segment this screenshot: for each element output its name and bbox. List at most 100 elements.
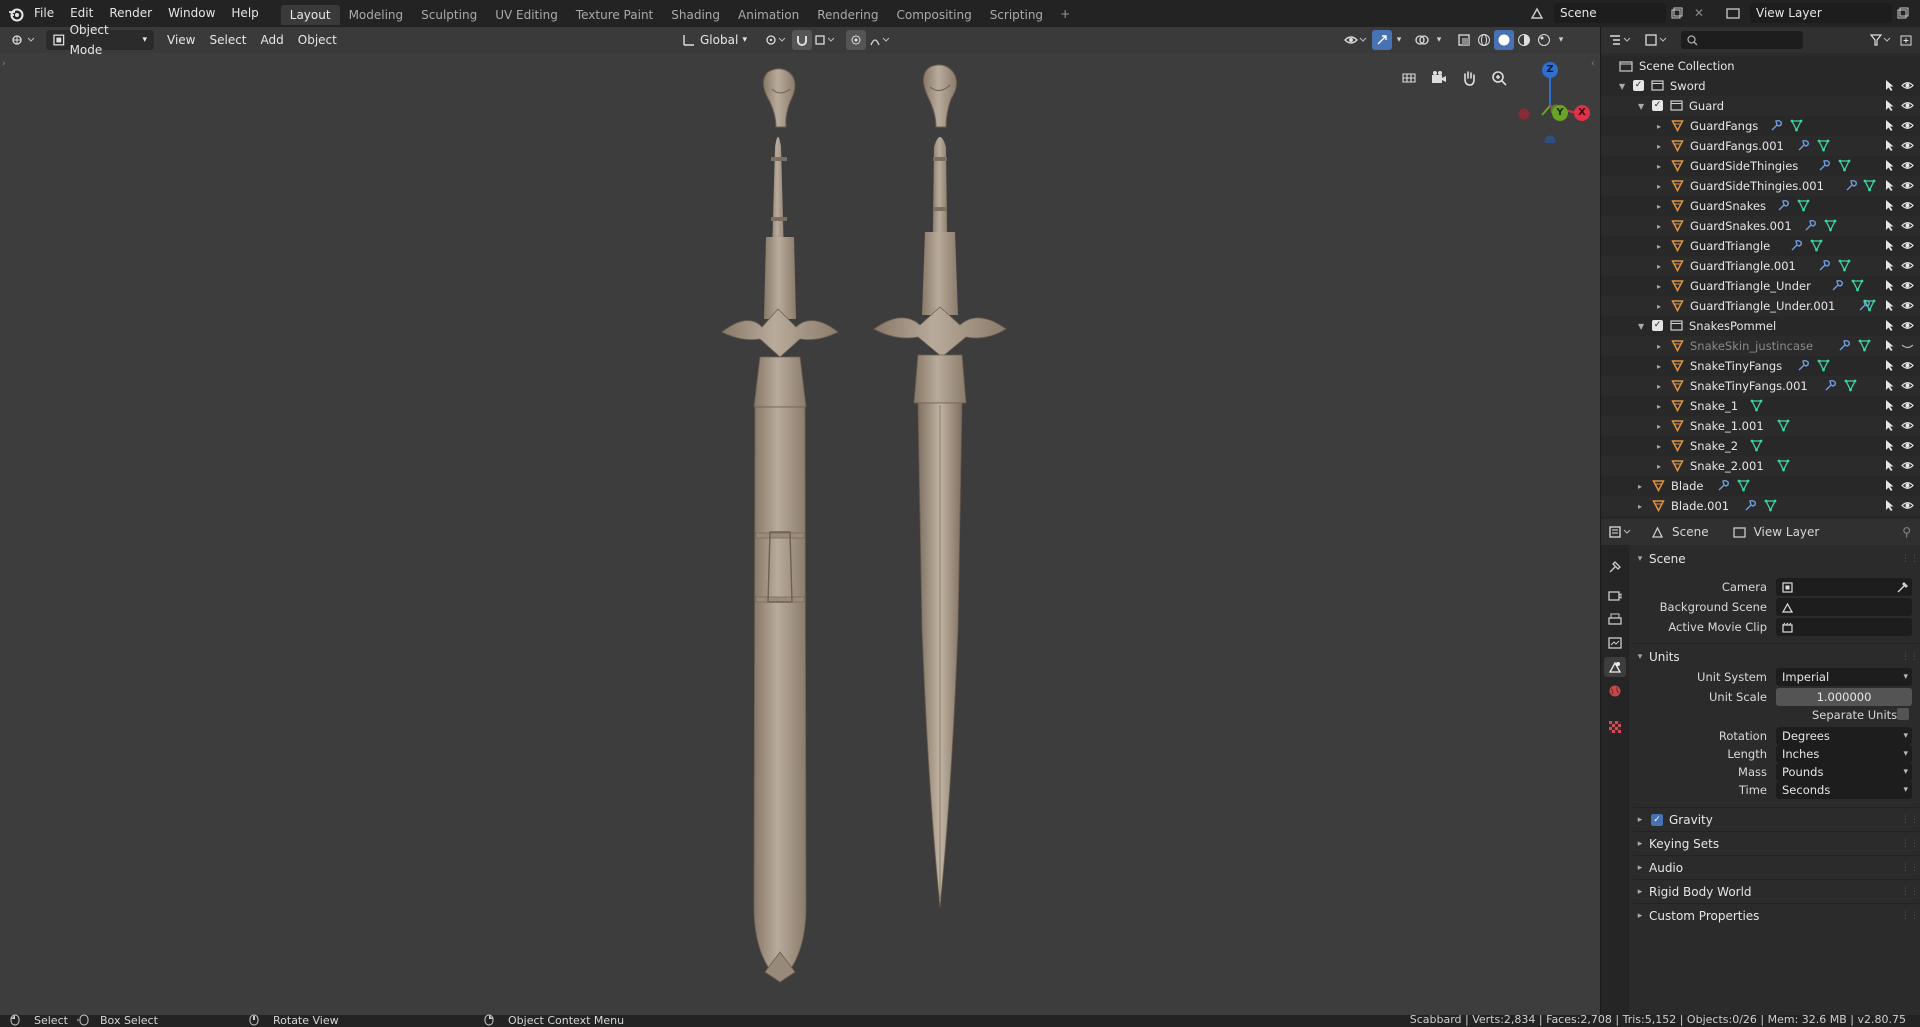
outliner-row[interactable]: ▸ GuardSnakes.001 xyxy=(1601,216,1920,236)
modifier-wrench-icon[interactable] xyxy=(1818,159,1831,172)
expand-right-icon[interactable]: ▸ xyxy=(1638,502,1642,511)
camera-field[interactable] xyxy=(1776,578,1912,596)
custom-properties-panel-header[interactable]: ▸ Custom Properties ⋮⋮ xyxy=(1633,903,1919,927)
mesh-data-icon[interactable] xyxy=(1844,379,1857,392)
outliner-row[interactable]: ▸ GuardTriangle xyxy=(1601,236,1920,256)
menu-help[interactable]: Help xyxy=(223,0,266,27)
selectable-arrow-icon[interactable] xyxy=(1883,419,1896,432)
keying-sets-panel-header[interactable]: ▸ Keying Sets ⋮⋮ xyxy=(1633,831,1919,855)
expand-down-icon[interactable]: ▼ xyxy=(1638,102,1644,111)
drag-handle-icon[interactable]: ⋮⋮ xyxy=(1901,652,1919,662)
properties-view-layer-context[interactable]: View Layer xyxy=(1732,525,1819,539)
mesh-data-icon[interactable] xyxy=(1737,479,1750,492)
unit-scale-input[interactable]: 1.000000 xyxy=(1776,688,1912,706)
outliner-row[interactable]: ▸ GuardSnakes xyxy=(1601,196,1920,216)
selectable-arrow-icon[interactable] xyxy=(1883,279,1896,292)
outliner-row[interactable]: ▸ SnakeTinyFangs.001 xyxy=(1601,376,1920,396)
mesh-data-icon[interactable] xyxy=(1750,399,1763,412)
outliner-row[interactable]: ▸ GuardSideThingies xyxy=(1601,156,1920,176)
visible-eye-icon[interactable] xyxy=(1901,199,1914,212)
blade-sword[interactable] xyxy=(873,64,1007,908)
selectable-arrow-icon[interactable] xyxy=(1883,99,1896,112)
outliner-row[interactable]: ▸ Snake_1 xyxy=(1601,396,1920,416)
selectable-arrow-icon[interactable] xyxy=(1883,239,1896,252)
modifier-wrench-icon[interactable] xyxy=(1804,219,1817,232)
new-collection-icon[interactable] xyxy=(1896,30,1916,50)
expand-down-icon[interactable]: ▼ xyxy=(1619,82,1625,91)
visible-eye-icon[interactable] xyxy=(1901,439,1914,452)
expand-right-icon[interactable]: ▸ xyxy=(1657,262,1661,271)
expand-right-icon[interactable]: ▸ xyxy=(1657,142,1661,151)
expand-right-icon[interactable]: ▸ xyxy=(1657,442,1661,451)
selectable-arrow-icon[interactable] xyxy=(1883,459,1896,472)
separate-units-checkbox[interactable] xyxy=(1897,708,1909,720)
outliner-editor-type-icon[interactable] xyxy=(1605,30,1637,50)
blender-logo-icon[interactable] xyxy=(6,4,26,24)
expand-right-icon[interactable]: ▸ xyxy=(1657,182,1661,191)
mass-dropdown[interactable]: Pounds ▾ xyxy=(1776,763,1912,781)
mesh-data-icon[interactable] xyxy=(1750,439,1763,452)
mesh-data-icon[interactable] xyxy=(1838,259,1851,272)
visible-eye-icon[interactable] xyxy=(1901,419,1914,432)
expand-right-icon[interactable]: ▸ xyxy=(1657,242,1661,251)
add-workspace-button[interactable]: + xyxy=(1052,7,1078,21)
visible-eye-icon[interactable] xyxy=(1901,239,1914,252)
audio-panel-header[interactable]: ▸ Audio ⋮⋮ xyxy=(1633,855,1919,879)
properties-editor-type-icon[interactable] xyxy=(1605,522,1637,542)
modifier-wrench-icon[interactable] xyxy=(1744,499,1757,512)
selectable-arrow-icon[interactable] xyxy=(1883,199,1896,212)
hidden-eye-icon[interactable] xyxy=(1901,339,1914,352)
scene-tab-icon[interactable] xyxy=(1604,657,1626,677)
modifier-wrench-icon[interactable] xyxy=(1797,139,1810,152)
selectable-arrow-icon[interactable] xyxy=(1883,179,1896,192)
expand-right-icon[interactable]: ▸ xyxy=(1657,422,1661,431)
drag-handle-icon[interactable]: ⋮⋮ xyxy=(1901,815,1919,825)
filter-icon[interactable] xyxy=(1866,30,1896,50)
length-dropdown[interactable]: Inches ▾ xyxy=(1776,745,1912,763)
outliner-row[interactable]: ▸ Snake_1.001 xyxy=(1601,416,1920,436)
workspace-tab-compositing[interactable]: Compositing xyxy=(887,5,980,25)
mesh-data-icon[interactable] xyxy=(1810,239,1823,252)
mesh-data-icon[interactable] xyxy=(1851,279,1864,292)
gravity-checkbox[interactable]: ✓ xyxy=(1651,813,1663,826)
visible-eye-icon[interactable] xyxy=(1901,379,1914,392)
modifier-wrench-icon[interactable] xyxy=(1824,379,1837,392)
mesh-data-icon[interactable] xyxy=(1863,299,1876,312)
expand-right-icon[interactable]: ▸ xyxy=(1657,402,1661,411)
visible-eye-icon[interactable] xyxy=(1901,299,1914,312)
drag-handle-icon[interactable]: ⋮⋮ xyxy=(1901,911,1919,921)
selectable-arrow-icon[interactable] xyxy=(1883,219,1896,232)
modifier-wrench-icon[interactable] xyxy=(1717,479,1730,492)
outliner-row[interactable]: ▸ Blade.001 xyxy=(1601,496,1920,516)
modifier-wrench-icon[interactable] xyxy=(1831,279,1844,292)
visible-eye-icon[interactable] xyxy=(1901,279,1914,292)
modifier-wrench-icon[interactable] xyxy=(1790,239,1803,252)
outliner-row[interactable]: ▸ Snake_2 xyxy=(1601,436,1920,456)
active-movie-clip-field[interactable] xyxy=(1776,618,1912,636)
view-layer-field[interactable]: View Layer xyxy=(1750,3,1892,23)
modifier-wrench-icon[interactable] xyxy=(1845,179,1858,192)
workspace-tab-uv-editing[interactable]: UV Editing xyxy=(486,5,567,25)
mesh-data-icon[interactable] xyxy=(1817,139,1830,152)
visible-eye-icon[interactable] xyxy=(1901,479,1914,492)
outliner-row[interactable]: ▸ GuardTriangle.001 xyxy=(1601,256,1920,276)
visible-eye-icon[interactable] xyxy=(1901,179,1914,192)
scene-name-field[interactable]: Scene xyxy=(1554,3,1666,23)
selectable-arrow-icon[interactable] xyxy=(1883,299,1896,312)
expand-right-icon[interactable]: ▸ xyxy=(1657,462,1661,471)
3d-viewport[interactable]: Object Mode ▾ View Select Add Object Glo… xyxy=(0,23,1600,1015)
mesh-data-icon[interactable] xyxy=(1764,499,1777,512)
background-scene-field[interactable] xyxy=(1776,598,1912,616)
visible-eye-icon[interactable] xyxy=(1901,399,1914,412)
outliner-row[interactable]: ▼ ✓ Sword xyxy=(1601,76,1920,96)
expand-right-icon[interactable]: ▸ xyxy=(1657,302,1661,311)
scene-panel-header[interactable]: ▾ Scene ⋮⋮ xyxy=(1633,547,1919,571)
selectable-arrow-icon[interactable] xyxy=(1883,119,1896,132)
drag-handle-icon[interactable]: ⋮⋮ xyxy=(1901,863,1919,873)
outliner-tree[interactable]: Scene Collection ▼ ✓ Sword ▼ ✓ Guard ▸ GuardFan… xyxy=(1601,56,1920,541)
expand-right-icon[interactable]: ▸ xyxy=(1657,382,1661,391)
workspace-tab-sculpting[interactable]: Sculpting xyxy=(412,5,486,25)
expand-right-icon[interactable]: ▸ xyxy=(1657,282,1661,291)
scene-collection-row[interactable]: Scene Collection xyxy=(1601,56,1920,76)
workspace-tab-scripting[interactable]: Scripting xyxy=(981,5,1052,25)
